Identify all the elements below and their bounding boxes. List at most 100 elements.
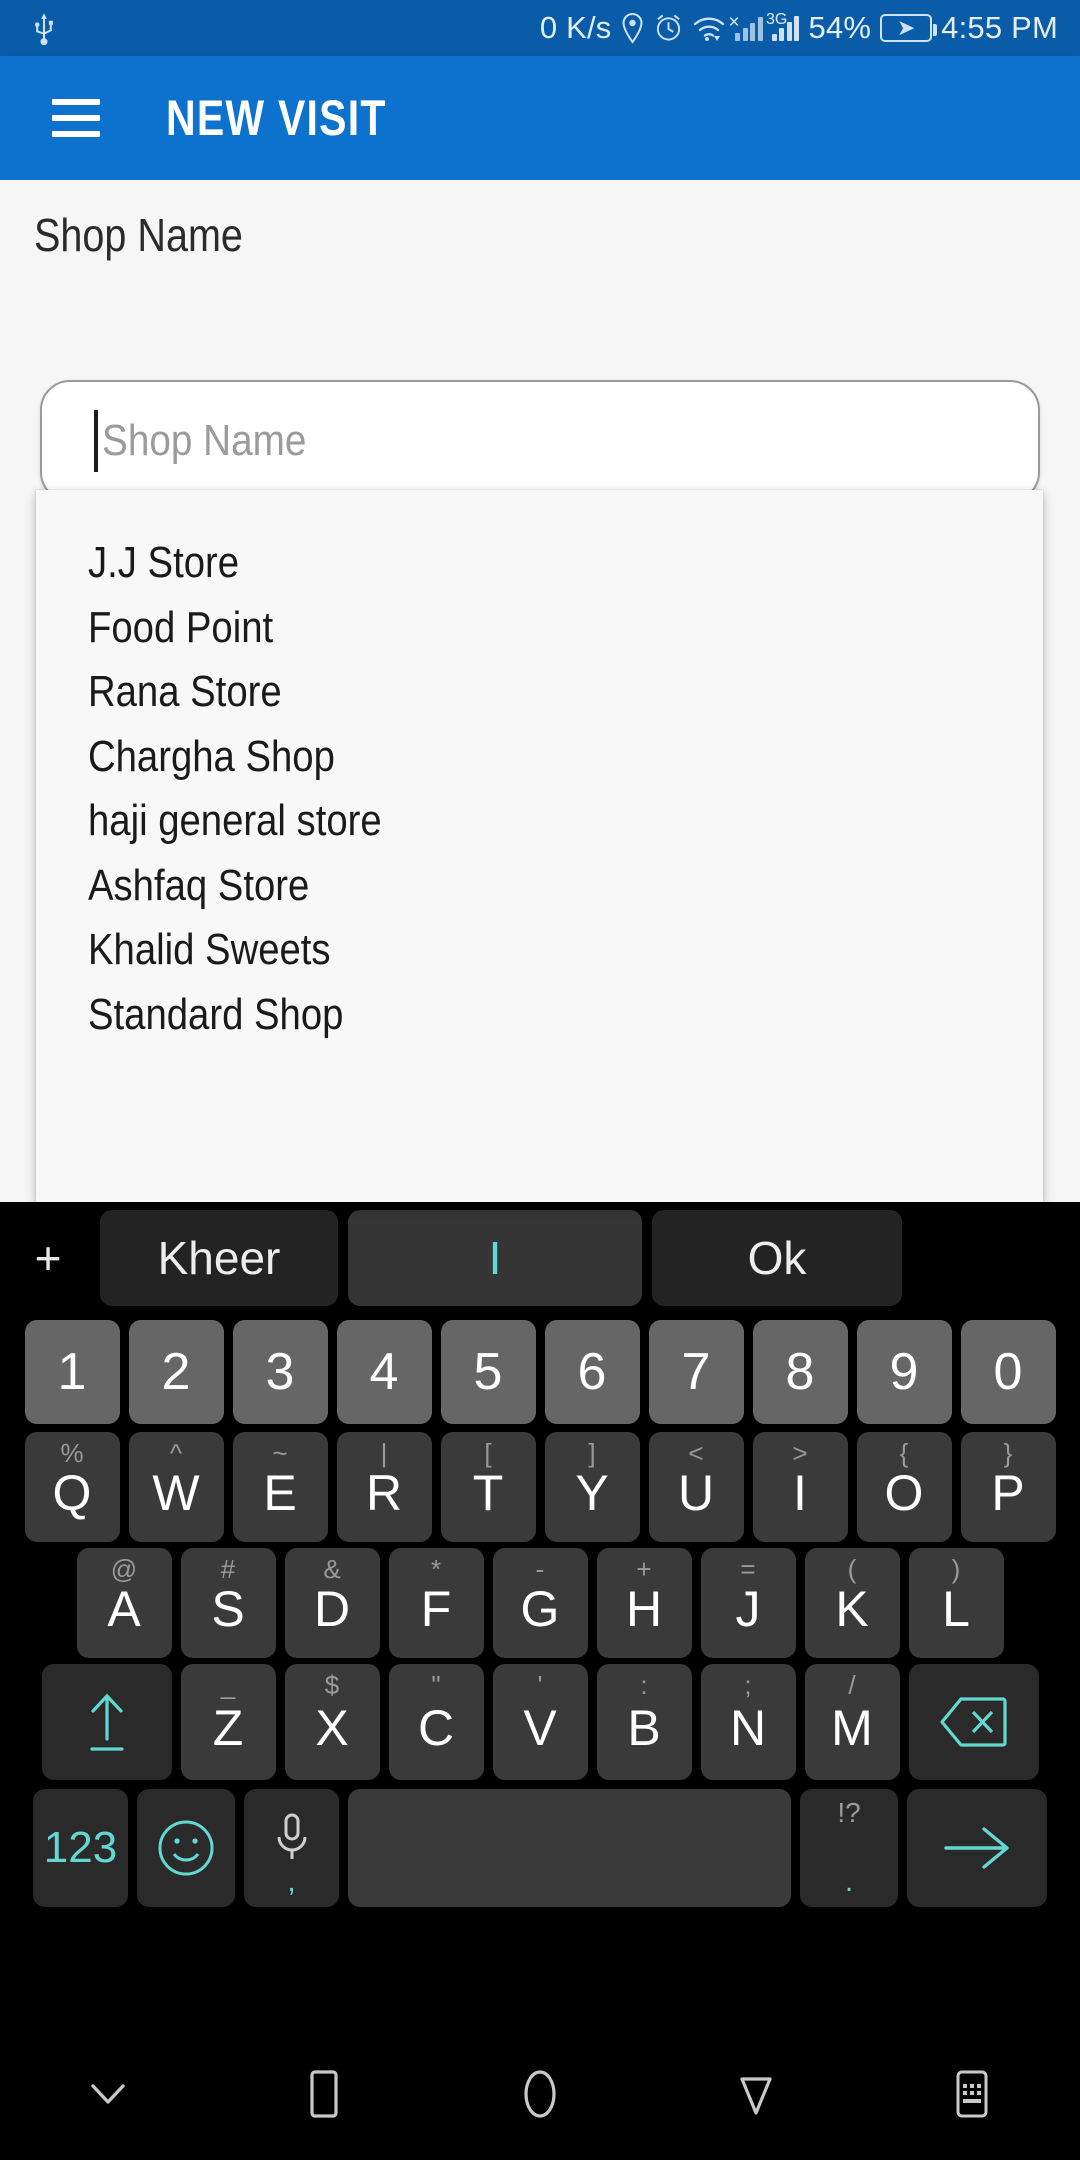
key-label: 5: [473, 1342, 503, 1401]
zxcv-key-group: _ Z $ X " C ' V: B; N / M: [180, 1664, 900, 1780]
key-6[interactable]: 6: [544, 1319, 640, 1424]
battery-percent-label: 54%: [808, 10, 872, 45]
key-w[interactable]: ^ W: [128, 1432, 224, 1542]
microphone-icon[interactable]: ,: [244, 1789, 339, 1907]
key-a[interactable]: @ A: [76, 1548, 172, 1658]
list-item-label: Chargha Shop: [88, 731, 335, 781]
list-item[interactable]: Standard Shop: [36, 983, 1043, 1048]
suggestion-right[interactable]: Ok: [652, 1210, 902, 1306]
key-z[interactable]: _ Z: [180, 1664, 276, 1780]
key-d[interactable]: & D: [284, 1548, 380, 1658]
shop-name-input[interactable]: [102, 416, 859, 466]
list-item-label: Food Point: [88, 602, 274, 652]
key-m[interactable]: / M: [804, 1664, 900, 1780]
key-l[interactable]: ) L: [908, 1548, 1004, 1658]
key-t[interactable]: [T: [440, 1432, 536, 1542]
key-alt-label: {: [899, 1438, 909, 1468]
shift-arrow-up-icon[interactable]: [41, 1664, 172, 1780]
key-alt-label: +: [636, 1554, 652, 1584]
key-y[interactable]: ] Y: [544, 1432, 640, 1542]
key-label: B: [627, 1700, 661, 1756]
key-n[interactable]: ; N: [700, 1664, 796, 1780]
key-label: L: [942, 1581, 970, 1637]
period-key[interactable]: !? .: [800, 1789, 898, 1907]
list-item[interactable]: haji general store: [36, 789, 1043, 854]
key-label: T: [472, 1465, 504, 1521]
key-label: V: [523, 1700, 557, 1756]
key-alt-label: /: [848, 1670, 856, 1700]
key-1[interactable]: 1: [24, 1319, 120, 1424]
key-alt-label: |: [380, 1438, 388, 1468]
key-k[interactable]: (K: [804, 1548, 900, 1658]
key-alt-label: <: [688, 1438, 704, 1468]
suggestion-left[interactable]: Kheer: [100, 1210, 338, 1306]
key-r[interactable]: | R: [336, 1432, 432, 1542]
key-g[interactable]: -G: [492, 1548, 588, 1658]
space-key[interactable]: [348, 1789, 791, 1907]
key-h[interactable]: + H: [596, 1548, 692, 1658]
key-alt-label: =: [740, 1554, 756, 1584]
recents-square-icon[interactable]: [216, 2066, 432, 2122]
key-5[interactable]: 5: [440, 1319, 536, 1424]
key-3[interactable]: 3: [232, 1319, 328, 1424]
numeric-mode-key[interactable]: 123: [33, 1789, 128, 1907]
key-i[interactable]: > I: [752, 1432, 848, 1542]
key-alt-label: _: [220, 1670, 236, 1700]
list-item[interactable]: J.J Store: [36, 531, 1043, 596]
key-o[interactable]: {O: [856, 1432, 952, 1542]
key-label: X: [315, 1700, 349, 1756]
back-triangle-icon[interactable]: [648, 2067, 864, 2121]
backspace-delete-icon[interactable]: [908, 1664, 1039, 1780]
enter-arrow-right-icon[interactable]: [907, 1789, 1047, 1907]
key-2[interactable]: 2: [128, 1319, 224, 1424]
battery-charging-icon: ➤: [880, 14, 938, 42]
mobile-data-signal-icon: 3G: [766, 11, 800, 41]
key-alt-label: %: [60, 1438, 84, 1468]
key-7[interactable]: 7: [648, 1319, 744, 1424]
emoji-smiley-icon[interactable]: [137, 1789, 235, 1907]
hamburger-menu-icon[interactable]: [52, 99, 100, 137]
usb-icon: [30, 11, 58, 45]
hide-keyboard-chevron-down-icon[interactable]: [0, 2074, 216, 2114]
list-item[interactable]: Khalid Sweets: [36, 918, 1043, 983]
key-p[interactable]: } P: [960, 1432, 1056, 1542]
onscreen-keyboard: + Kheer I Ok 1234567890 % Q ^ W ~ E | R[T] Y < U > I…: [0, 1202, 1080, 2028]
keyboard-suggestion-bar: + Kheer I Ok: [0, 1202, 1080, 1314]
key-alt-label: }: [1003, 1438, 1013, 1468]
key-c[interactable]: " C: [388, 1664, 484, 1780]
key-b[interactable]: :B: [596, 1664, 692, 1780]
suggestion-center[interactable]: I: [348, 1210, 642, 1306]
list-item[interactable]: Chargha Shop: [36, 725, 1043, 790]
home-circle-icon[interactable]: [432, 2065, 648, 2123]
key-x[interactable]: $ X: [284, 1664, 380, 1780]
key-alt-label: ^: [169, 1438, 183, 1468]
plus-icon[interactable]: +: [6, 1210, 90, 1306]
key-label: 1: [57, 1342, 87, 1401]
key-f[interactable]: * F: [388, 1548, 484, 1658]
key-0[interactable]: 0: [960, 1319, 1056, 1424]
list-item[interactable]: Food Point: [36, 596, 1043, 661]
key-8[interactable]: 8: [752, 1319, 848, 1424]
text-caret: [94, 410, 98, 472]
switch-keyboard-icon[interactable]: [864, 2066, 1080, 2122]
key-9[interactable]: 9: [856, 1319, 952, 1424]
key-alt-label: ;: [744, 1670, 752, 1700]
key-s[interactable]: # S: [180, 1548, 276, 1658]
key-label: R: [365, 1465, 403, 1521]
list-item[interactable]: Ashfaq Store: [36, 854, 1043, 919]
key-label: Y: [575, 1465, 609, 1521]
shop-name-input-container[interactable]: [40, 380, 1040, 502]
key-q[interactable]: % Q: [24, 1432, 120, 1542]
key-alt-label: ]: [588, 1438, 596, 1468]
key-4[interactable]: 4: [336, 1319, 432, 1424]
key-u[interactable]: < U: [648, 1432, 744, 1542]
key-v[interactable]: ' V: [492, 1664, 588, 1780]
key-e[interactable]: ~ E: [232, 1432, 328, 1542]
key-j[interactable]: = J: [700, 1548, 796, 1658]
key-alt-label: ~: [272, 1438, 288, 1468]
key-label: 2: [161, 1342, 191, 1401]
shop-name-suggestion-dropdown[interactable]: J.J Store Food Point Rana Store Chargha Sho…: [36, 490, 1043, 1202]
key-label: Q: [52, 1465, 92, 1521]
key-label: J: [735, 1581, 761, 1637]
list-item[interactable]: Rana Store: [36, 660, 1043, 725]
